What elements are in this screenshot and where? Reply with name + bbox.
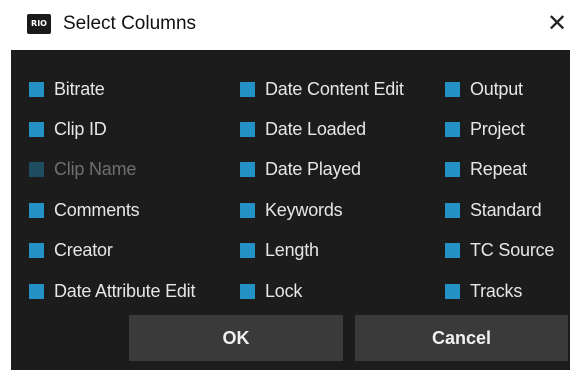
close-icon[interactable]: ✕ bbox=[544, 10, 570, 36]
column-option-tc-source[interactable]: TC Source bbox=[445, 238, 554, 262]
checkbox-label: Keywords bbox=[265, 199, 343, 220]
checkbox-label: Standard bbox=[470, 199, 542, 220]
column-option-standard[interactable]: Standard bbox=[445, 198, 542, 222]
cancel-button[interactable]: Cancel bbox=[355, 315, 568, 361]
dialog-title: Select Columns bbox=[63, 13, 197, 34]
checkbox-label: Repeat bbox=[470, 158, 527, 179]
checkbox-label: Clip Name bbox=[54, 158, 137, 179]
checkbox-tc-source[interactable] bbox=[445, 242, 460, 258]
title-bar: RIO Select Columns ✕ bbox=[0, 0, 574, 50]
checkbox-project[interactable] bbox=[445, 121, 460, 137]
checkbox-label: Creator bbox=[54, 239, 113, 260]
column-option-tracks[interactable]: Tracks bbox=[445, 279, 522, 303]
select-columns-dialog: RIO Select Columns ✕ Bitrate Clip ID Clip … bbox=[0, 0, 574, 372]
column-option-date-played[interactable]: Date Played bbox=[240, 157, 361, 181]
checkbox-length[interactable] bbox=[240, 242, 255, 258]
checkbox-repeat[interactable] bbox=[445, 161, 460, 177]
checkbox-label: Clip ID bbox=[54, 118, 107, 139]
column-option-date-loaded[interactable]: Date Loaded bbox=[240, 117, 366, 141]
checkbox-label: Length bbox=[265, 239, 319, 260]
checkbox-date-attribute-edit[interactable] bbox=[29, 283, 44, 299]
column-option-date-attribute-edit[interactable]: Date Attribute Edit bbox=[29, 279, 195, 303]
checkbox-clip-name bbox=[29, 161, 44, 177]
column-option-clip-id[interactable]: Clip ID bbox=[29, 117, 107, 141]
column-option-output[interactable]: Output bbox=[445, 77, 523, 101]
checkbox-bitrate[interactable] bbox=[29, 81, 44, 97]
column-option-lock[interactable]: Lock bbox=[240, 279, 302, 303]
checkbox-output[interactable] bbox=[445, 81, 460, 97]
checkbox-tracks[interactable] bbox=[445, 283, 460, 299]
column-option-repeat[interactable]: Repeat bbox=[445, 157, 527, 181]
checkbox-label: Comments bbox=[54, 199, 140, 220]
ok-button[interactable]: OK bbox=[129, 315, 343, 361]
checkbox-label: Date Loaded bbox=[265, 118, 366, 139]
column-option-bitrate[interactable]: Bitrate bbox=[29, 77, 105, 101]
checkbox-comments[interactable] bbox=[29, 202, 44, 218]
checkbox-keywords[interactable] bbox=[240, 202, 255, 218]
checkbox-date-content-edit[interactable] bbox=[240, 81, 255, 97]
checkbox-lock[interactable] bbox=[240, 283, 255, 299]
checkbox-label: Lock bbox=[265, 280, 303, 301]
checkbox-label: Date Attribute Edit bbox=[54, 280, 196, 301]
checkbox-label: TC Source bbox=[470, 239, 555, 260]
column-option-date-content-edit[interactable]: Date Content Edit bbox=[240, 77, 404, 101]
column-option-clip-name: Clip Name bbox=[29, 157, 136, 181]
column-option-length[interactable]: Length bbox=[240, 238, 319, 262]
checkbox-label: Bitrate bbox=[54, 78, 105, 99]
column-option-creator[interactable]: Creator bbox=[29, 238, 113, 262]
checkbox-label: Output bbox=[470, 78, 523, 99]
checkbox-label: Date Played bbox=[265, 158, 361, 179]
checkbox-date-played[interactable] bbox=[240, 161, 255, 177]
checkbox-label: Project bbox=[470, 118, 525, 139]
app-logo-icon: RIO bbox=[27, 14, 51, 34]
checkbox-label: Tracks bbox=[470, 280, 523, 301]
column-option-project[interactable]: Project bbox=[445, 117, 525, 141]
checkbox-label: Date Content Edit bbox=[265, 78, 404, 99]
checkbox-standard[interactable] bbox=[445, 202, 460, 218]
column-option-comments[interactable]: Comments bbox=[29, 198, 140, 222]
checkbox-clip-id[interactable] bbox=[29, 121, 44, 137]
checkbox-creator[interactable] bbox=[29, 242, 44, 258]
checkbox-date-loaded[interactable] bbox=[240, 121, 255, 137]
column-option-keywords[interactable]: Keywords bbox=[240, 198, 343, 222]
dialog-body: Bitrate Clip ID Clip Name Comments Creator Da… bbox=[11, 50, 570, 370]
